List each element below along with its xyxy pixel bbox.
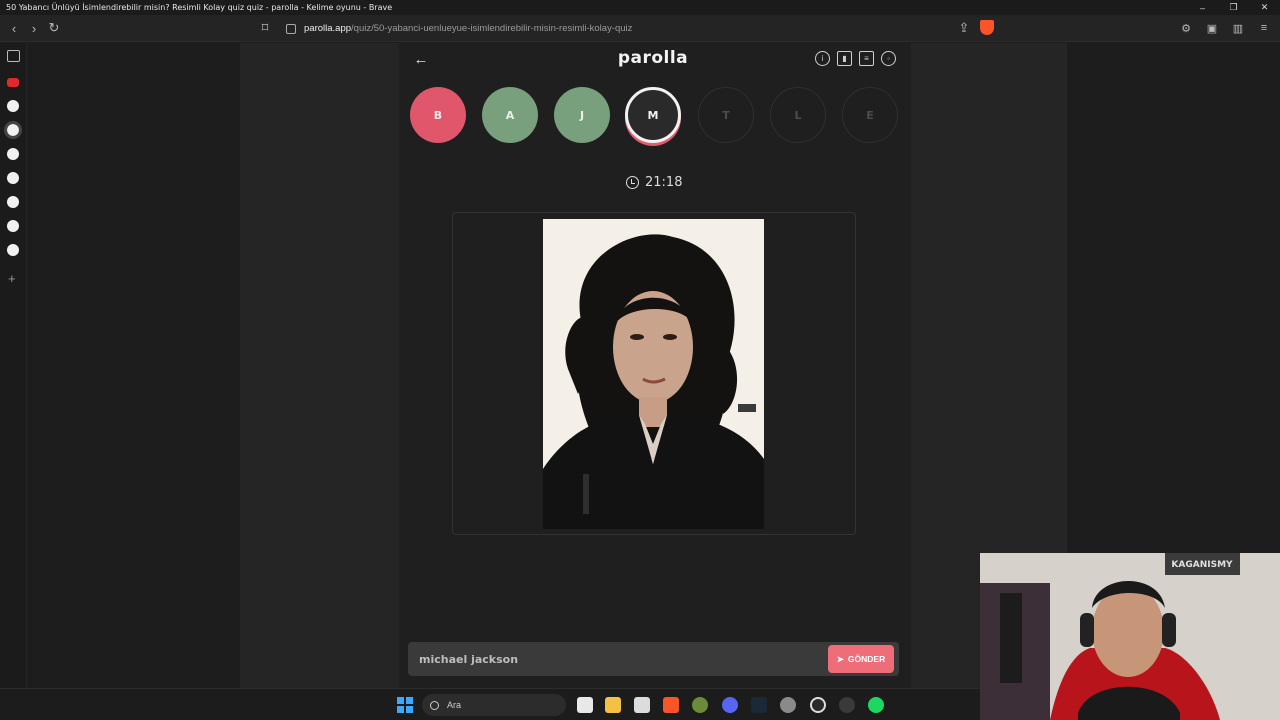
sidebar-site-icon[interactable] [7,148,19,160]
send-icon: ➤ [836,653,844,664]
answer-input[interactable] [419,650,819,668]
spotify-icon[interactable] [868,697,884,713]
youtube-icon[interactable] [7,78,19,87]
window-title: 50 Yabancı Ünlüyü İsimlendirebilir misin… [6,3,393,12]
sidebar-panel-icon[interactable] [7,50,20,62]
sidebar-site-icon[interactable] [7,196,19,208]
letter-circle-a: A [482,87,538,143]
obs-icon[interactable] [810,697,826,713]
back-arrow-icon[interactable]: ← [412,50,430,68]
letter-circle-j: J [554,87,610,143]
discord-icon[interactable] [722,697,738,713]
sidebar-site-icon[interactable] [7,172,19,184]
question-portrait-image [543,219,764,529]
letter-label: M [647,108,659,122]
profile-icon[interactable]: ◦ [881,51,896,66]
portrait-illustration [543,219,764,529]
brave-shields-icon[interactable] [980,20,994,35]
letter-label: B [433,108,443,122]
app-logo[interactable]: parolla [580,48,726,68]
stats-icon[interactable]: ▮ [837,51,852,66]
wallet-icon[interactable]: ▣ [1204,20,1220,36]
brave-taskbar-icon[interactable] [663,697,679,713]
bookmark-icon[interactable]: ⌑ [255,19,275,37]
clock-icon [626,176,639,189]
app-taskbar-icon[interactable] [839,697,855,713]
back-icon[interactable]: ‹ [4,19,24,37]
search-icon [430,700,439,710]
windows-start-icon[interactable] [397,697,413,713]
windows-taskbar: Ara [0,688,980,720]
sidebar-toggle-icon[interactable]: ▥ [1230,20,1246,36]
minimize-icon[interactable]: – [1187,0,1218,15]
letter-label: T [722,108,730,122]
letter-label: A [505,108,515,122]
timer-value: 21:18 [645,175,683,190]
close-icon[interactable]: ✕ [1249,0,1280,15]
share-icon[interactable]: ⇪ [954,19,974,37]
page-margin-left [27,43,240,688]
browser-toolbar: ‹ › ↻ ⌑ parolla.app /quiz/50-yabanci-uen… [0,15,1280,42]
sidebar-site-icon[interactable] [7,244,19,256]
address-bar[interactable]: parolla.app /quiz/50-yabanci-uenlueyue-i… [280,19,1000,38]
settings-icon[interactable] [780,697,796,713]
taskbar-search[interactable]: Ara [422,694,566,716]
send-button[interactable]: ➤ GÖNDER [828,645,894,673]
taskbar-search-label: Ara [447,700,462,710]
file-explorer-icon[interactable] [605,697,621,713]
restore-icon[interactable]: ❐ [1218,0,1249,15]
webcam-overlay: KAGANISMY [980,553,1280,720]
letter-circle-m: M [625,87,681,143]
timer: 21:18 [626,175,682,190]
store-icon[interactable] [634,697,650,713]
steam-icon[interactable] [751,697,767,713]
answer-form: ➤ GÖNDER [408,642,899,676]
sidebar-site-icon[interactable] [7,100,19,112]
letter-circle-b: B [410,87,466,143]
webcam-sign-text: KAGANISMY [1171,560,1233,570]
info-icon[interactable]: i [815,51,830,66]
site-info-icon[interactable] [286,23,296,34]
reload-icon[interactable]: ↻ [44,19,64,37]
sidebar-site-icon[interactable] [7,220,19,232]
browser-sidebar: + [0,43,27,688]
extensions-icon[interactable]: ⚙ [1178,20,1194,36]
letter-circle-l: L [770,87,826,143]
task-view-icon[interactable] [577,697,593,713]
sidebar-site-icon[interactable] [4,121,22,139]
add-icon[interactable]: + [8,271,16,286]
letter-circle-t: T [698,87,754,143]
chat-icon[interactable]: ≡ [859,51,874,66]
letter-label: J [579,108,585,122]
window-titlebar: 50 Yabancı Ünlüyü İsimlendirebilir misin… [0,0,1280,15]
send-label: GÖNDER [847,654,886,664]
letter-label: E [866,108,874,122]
app-taskbar-icon[interactable] [692,697,708,713]
url-domain: parolla.app [304,23,352,34]
webcam-scene: KAGANISMY [980,553,1280,720]
forward-icon[interactable]: › [24,19,44,37]
url-path: /quiz/50-yabanci-uenlueyue-isimlendirebi… [351,23,633,34]
letter-circle-e: E [842,87,898,143]
menu-icon[interactable]: ≡ [1256,20,1272,36]
letter-label: L [794,108,802,122]
